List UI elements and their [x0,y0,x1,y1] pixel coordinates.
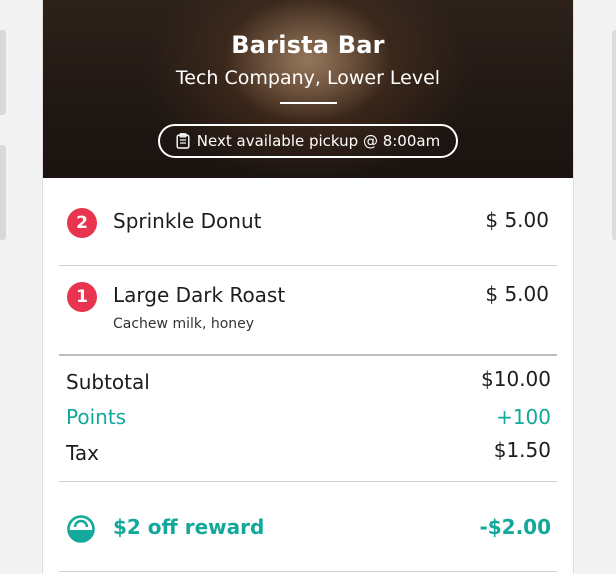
pickup-label: Next available pickup @ 8:00am [196,132,441,150]
volume-up-button [0,30,6,115]
subtotal-label: Subtotal [66,370,150,394]
item-modifiers: Cachew milk, honey [113,316,255,332]
subtotal-row: Subtotal $10.00 [66,367,551,394]
clipboard-icon [176,133,190,149]
title-divider [280,102,337,104]
power-button [612,30,616,240]
tax-label: Tax [66,441,99,465]
phone-frame-right [573,0,616,574]
reward-label: $2 off reward [113,515,265,539]
totals-reward-divider [59,481,557,482]
item-divider [59,265,557,266]
quantity-badge: 2 [67,208,97,238]
subtotal-value: $10.00 [481,367,551,391]
store-location: Tech Company, Lower Level [175,67,441,89]
bottom-divider [59,571,557,572]
order-screen: Barista Bar Tech Company, Lower Level Ne… [43,0,573,574]
quantity-badge: 1 [67,282,97,312]
volume-down-button [0,145,6,240]
reward-row[interactable]: $2 off reward -$2.00 [66,509,551,549]
item-name: Sprinkle Donut [113,209,262,233]
cart-item[interactable]: 2 Sprinkle Donut $ 5.00 [59,200,557,250]
cart-item[interactable]: 1 Large Dark Roast Cachew milk, honey $ … [59,275,557,339]
item-price: $ 5.00 [485,282,549,306]
store-hero: Barista Bar Tech Company, Lower Level Ne… [43,0,573,178]
points-value: +100 [496,405,551,429]
reward-value: -$2.00 [479,515,551,539]
item-name: Large Dark Roast [113,283,286,307]
tax-value: $1.50 [493,438,551,462]
store-name: Barista Bar [231,31,385,59]
item-price: $ 5.00 [485,208,549,232]
tax-row: Tax $1.50 [66,438,551,465]
items-totals-divider [59,354,557,356]
phone-frame-left [0,0,43,574]
pickup-time-button[interactable]: Next available pickup @ 8:00am [158,124,458,158]
points-label: Points [66,405,127,429]
points-row: Points +100 [66,405,551,429]
reward-icon [67,515,95,543]
